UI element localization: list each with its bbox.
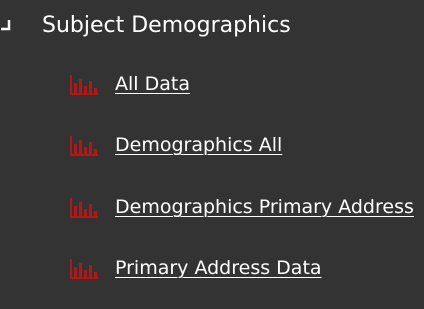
folder-label-subject-demographics[interactable]: Subject Demographics [42,11,291,41]
report-item-label: Primary Address Data [115,257,322,279]
report-bar-chart-icon [70,259,98,279]
report-item-label: Demographics Primary Address [115,196,414,218]
report-item-label: All Data [115,73,190,95]
report-item-primary-address-data[interactable]: Primary Address Data [70,253,420,285]
report-item-demographics-primary-address[interactable]: Demographics Primary Address [70,192,420,224]
report-item-demographics-all[interactable]: Demographics All [70,130,420,162]
report-bar-chart-icon [70,198,98,218]
report-bar-chart-icon [70,136,98,156]
tree-collapse-icon[interactable] [0,14,12,36]
report-item-label: Demographics All [115,134,283,156]
report-bar-chart-icon [70,75,98,95]
report-tree: Subject Demographics All Data Demographi… [0,0,424,309]
report-item-all-data[interactable]: All Data [70,69,420,101]
